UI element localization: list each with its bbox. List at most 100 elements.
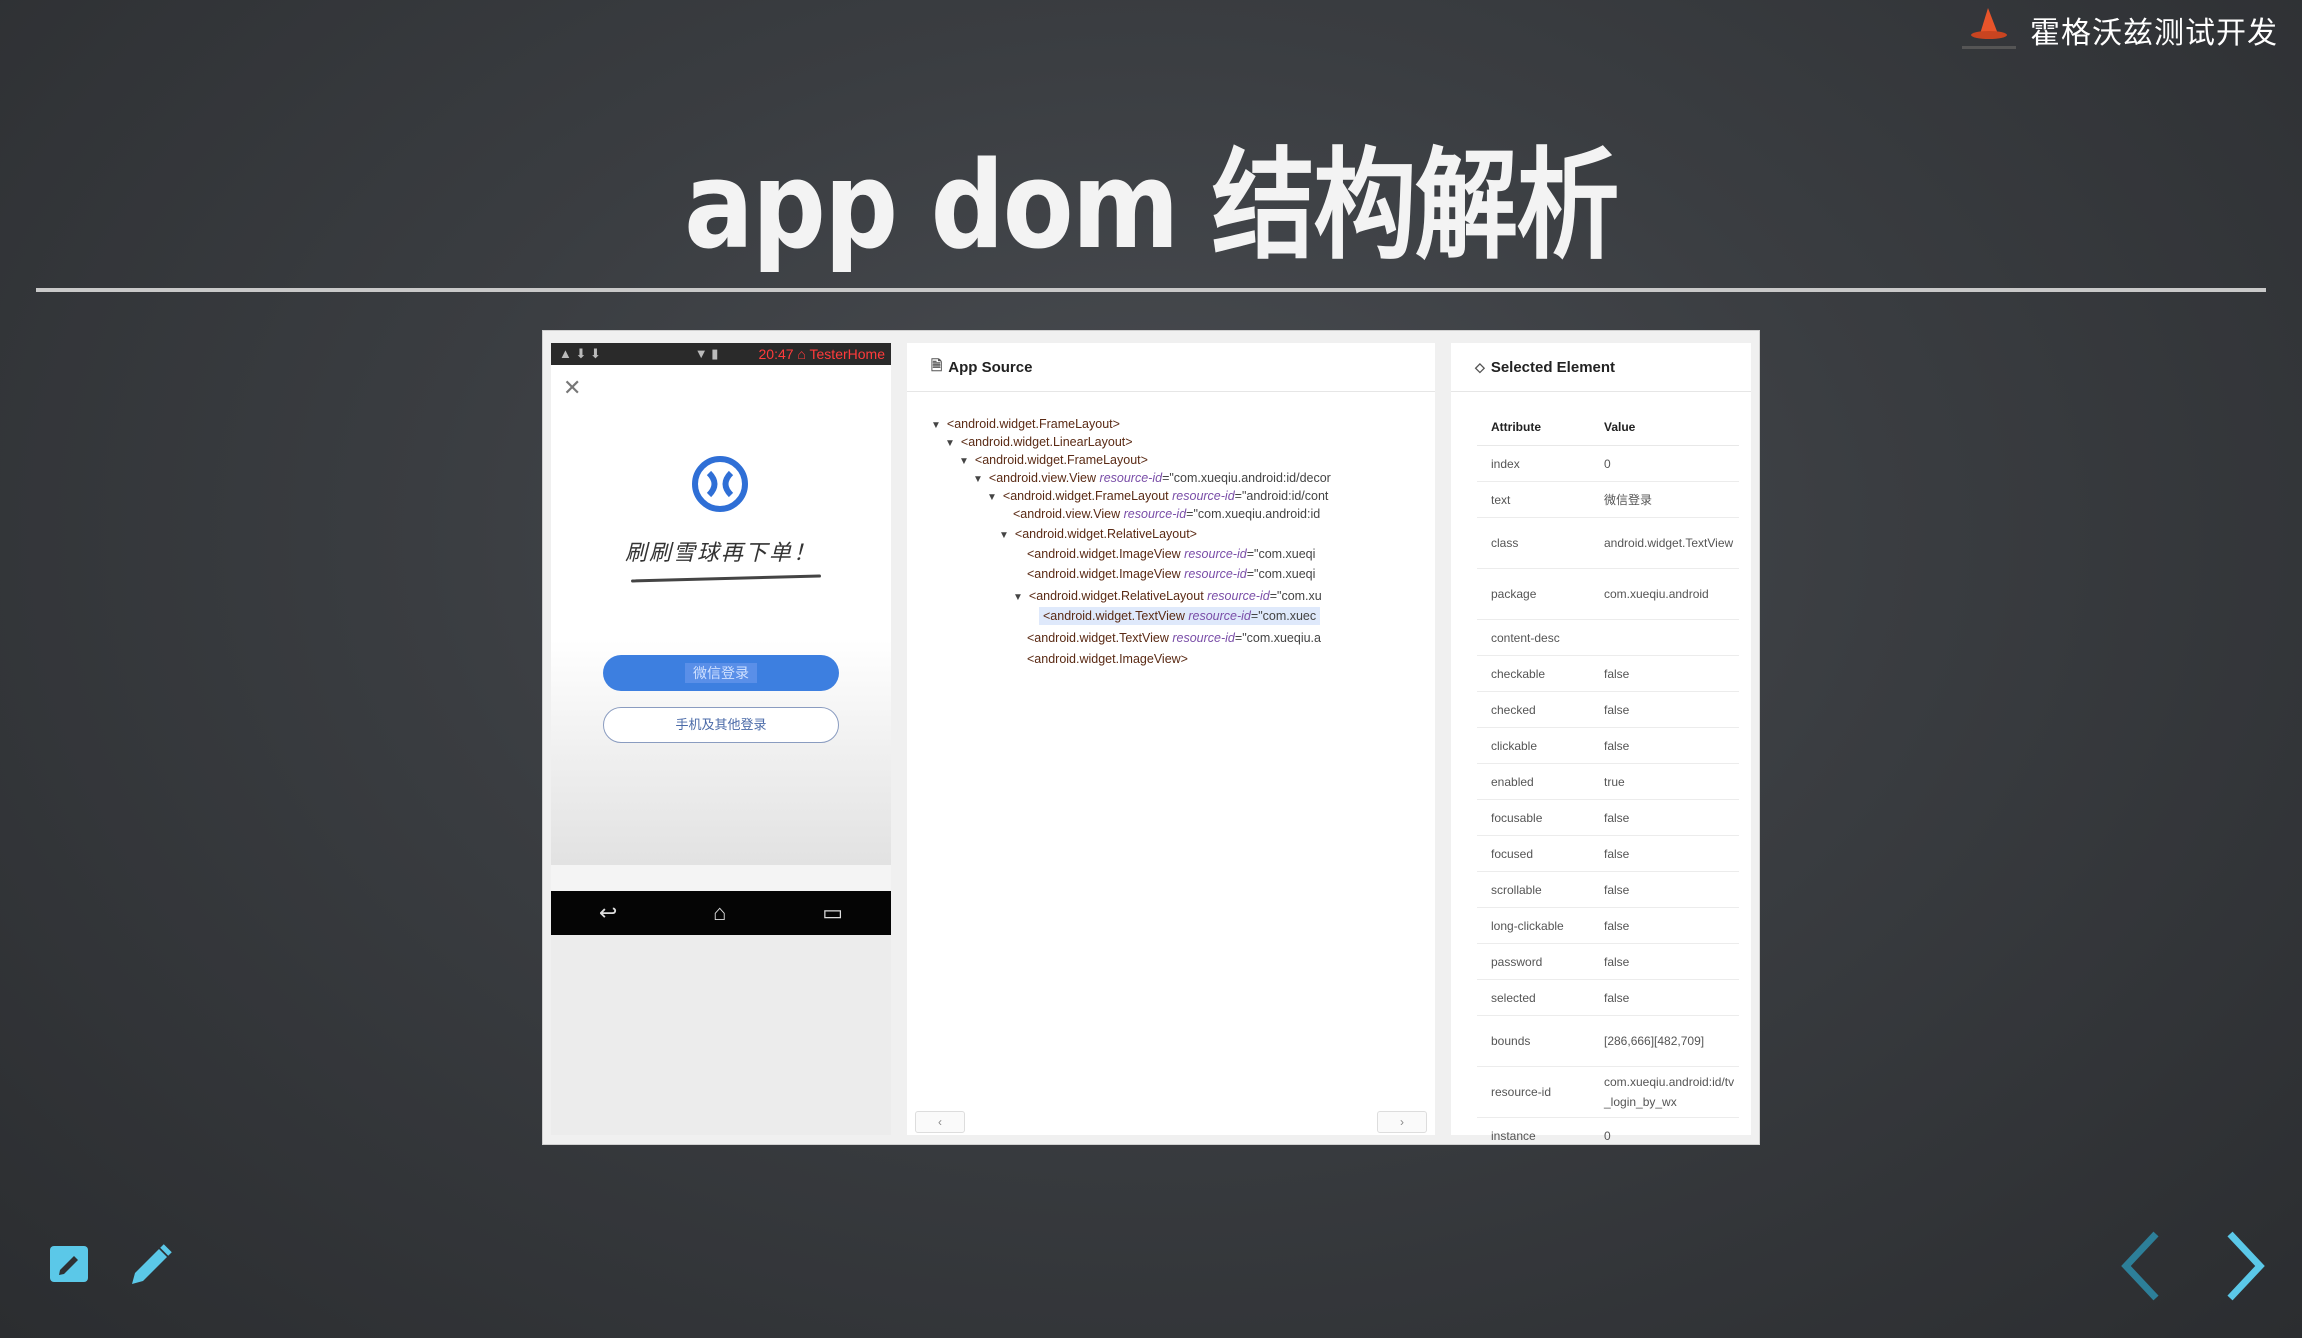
attribute-value: false (1590, 655, 1739, 692)
expand-toggle-icon[interactable]: ▼ (1013, 592, 1023, 603)
expand-toggle-icon[interactable]: ▼ (931, 420, 941, 431)
node-tag: <android.widget.FrameLayout> (946, 417, 1120, 431)
selected-element-header: ⬦ Selected Element (1451, 343, 1751, 392)
xueqiu-logo-icon (691, 455, 749, 513)
wechat-login-button[interactable]: 微信登录 (603, 655, 839, 691)
attribute-name: package (1477, 568, 1590, 620)
attribute-table: Attribute Value index 0 text 微信登录 class andro… (1477, 409, 1739, 1144)
source-tree-node[interactable]: <android.widget.TextView resource-id="co… (1027, 631, 1321, 645)
attribute-row: index 0 (1477, 445, 1739, 482)
expand-toggle-icon[interactable]: ▼ (987, 492, 997, 503)
attribute-name: scrollable (1477, 871, 1590, 908)
attribute-value: false (1590, 835, 1739, 872)
attribute-name: bounds (1477, 1015, 1590, 1067)
other-login-button[interactable]: 手机及其他登录 (603, 707, 839, 743)
slogan-underline (630, 574, 822, 583)
attribute-name: selected (1477, 979, 1590, 1016)
attribute-value: android.widget.TextView (1590, 517, 1739, 569)
expand-toggle-icon[interactable]: ▼ (945, 438, 955, 449)
attribute-row: clickable false (1477, 727, 1739, 764)
attribute-value: false (1590, 943, 1739, 980)
source-tree-node[interactable]: ▼ <android.widget.RelativeLayout resource… (1013, 589, 1322, 603)
attribute-value: 微信登录 (1590, 481, 1739, 518)
node-attr-value: ="com.xueqiu.android:id (1186, 507, 1321, 521)
attribute-name: content-desc (1477, 619, 1590, 656)
previous-slide-icon[interactable] (2112, 1228, 2172, 1304)
node-tag: <android.widget.RelativeLayout (1028, 589, 1204, 603)
edit-note-icon[interactable] (46, 1240, 96, 1290)
attribute-row: focusable false (1477, 799, 1739, 836)
attribute-row: focused false (1477, 835, 1739, 872)
attribute-value: false (1590, 691, 1739, 728)
node-tag: <android.widget.LinearLayout> (960, 435, 1133, 449)
source-tree-node[interactable]: <android.widget.ImageView> (1027, 652, 1188, 666)
source-tree-node[interactable]: ▼ <android.widget.FrameLayout resource-id… (987, 489, 1328, 503)
app-source-panel: 🗎 App Source ▼ <android.widget.FrameLayou… (907, 343, 1435, 1135)
attribute-row: scrollable false (1477, 871, 1739, 908)
app-source-title: App Source (948, 358, 1033, 376)
scroll-right-button[interactable]: › (1377, 1111, 1427, 1133)
attribute-name: enabled (1477, 763, 1590, 800)
node-tag: <android.widget.TextView (1027, 631, 1169, 645)
attribute-name: checked (1477, 691, 1590, 728)
source-tree-node[interactable]: <android.widget.TextView resource-id="co… (1039, 607, 1321, 625)
phone-preview: ▲ ⬇ ⬇ ▼ ▮ 20:47 ⌂ TesterHome ✕ 刷刷雪球再下单！ … (551, 343, 891, 1135)
attribute-value (1590, 619, 1739, 656)
node-attr-name: resource-id (1123, 507, 1187, 521)
node-attr-name: resource-id (1172, 631, 1235, 645)
selected-element-panel: ⬦ Selected Element Attribute Value index… (1451, 343, 1751, 1144)
node-attr-name: resource-id (1207, 589, 1270, 603)
source-tree-node[interactable]: ▼ <android.widget.LinearLayout> (945, 435, 1133, 449)
expand-toggle-icon[interactable]: ▼ (959, 456, 969, 467)
column-header-attribute: Attribute (1477, 409, 1590, 446)
attribute-name: focused (1477, 835, 1590, 872)
selected-element-title: Selected Element (1490, 358, 1616, 376)
expand-toggle-icon[interactable]: ▼ (973, 474, 983, 485)
title-divider (36, 288, 2266, 292)
node-attr-name: resource-id (1099, 471, 1163, 485)
node-tag: <android.widget.TextView (1043, 609, 1185, 623)
node-tag: <android.view.View (1013, 507, 1121, 521)
slide-title: app dom 结构解析 (684, 137, 1619, 276)
attribute-name: checkable (1477, 655, 1590, 692)
source-tree-node[interactable]: <android.widget.ImageView resource-id="c… (1027, 567, 1315, 581)
attribute-value: false (1590, 907, 1739, 944)
home-icon[interactable]: ⌂ (713, 900, 726, 926)
source-tree-node[interactable]: ▼ <android.widget.RelativeLayout> (999, 527, 1197, 541)
back-icon[interactable]: ↩ (599, 900, 617, 926)
attribute-row: checkable false (1477, 655, 1739, 692)
close-icon[interactable]: ✕ (563, 375, 581, 401)
attribute-value: com.xueqiu.android:id/tv_login_by_wx (1590, 1066, 1739, 1118)
phone-nav-bar: ↩ ⌂ ▭ (551, 891, 891, 935)
recents-icon[interactable]: ▭ (822, 900, 843, 926)
attribute-row: checked false (1477, 691, 1739, 728)
source-tree-node[interactable]: ▼ <android.view.View resource-id="com.xue… (973, 471, 1331, 485)
phone-app-screen: ✕ 刷刷雪球再下单！ 微信登录 手机及其他登录 (551, 365, 891, 865)
attribute-row: package com.xueqiu.android (1477, 568, 1739, 620)
next-slide-icon[interactable] (2214, 1228, 2274, 1304)
node-tag: <android.widget.ImageView (1027, 547, 1181, 561)
attribute-value: false (1590, 799, 1739, 836)
node-tag: <android.widget.RelativeLayout> (1014, 527, 1197, 541)
attribute-name: instance (1477, 1117, 1590, 1144)
node-attr-value: ="com.xuec (1250, 609, 1317, 623)
status-time: 20:47 ⌂ TesterHome (758, 346, 886, 362)
source-tree-node[interactable]: <android.widget.ImageView resource-id="c… (1027, 547, 1315, 561)
attribute-row: selected false (1477, 979, 1739, 1016)
node-attr-value: ="com.xueqiu.android:id/decor (1162, 471, 1331, 485)
source-tree-node[interactable]: ▼ <android.widget.FrameLayout> (959, 453, 1148, 467)
attribute-name: clickable (1477, 727, 1590, 764)
expand-toggle-icon[interactable]: ▼ (999, 530, 1009, 541)
node-attr-value: ="android:id/cont (1234, 489, 1329, 503)
brand: 霍格沃兹测试开发 (1958, 4, 2278, 56)
source-tree-node[interactable]: ▼ <android.widget.FrameLayout> (931, 417, 1120, 431)
node-attr-value: ="com.xu (1269, 589, 1322, 603)
node-tag: <android.widget.ImageView (1027, 567, 1181, 581)
attribute-row: instance 0 (1477, 1117, 1739, 1144)
scroll-left-button[interactable]: ‹ (915, 1111, 965, 1133)
column-header-value: Value (1590, 409, 1739, 446)
node-attr-value: ="com.xueqi (1246, 547, 1316, 561)
app-slogan: 刷刷雪球再下单！ (624, 541, 817, 566)
pencil-icon[interactable] (126, 1240, 176, 1290)
source-tree-node[interactable]: <android.view.View resource-id="com.xueq… (1013, 507, 1320, 521)
